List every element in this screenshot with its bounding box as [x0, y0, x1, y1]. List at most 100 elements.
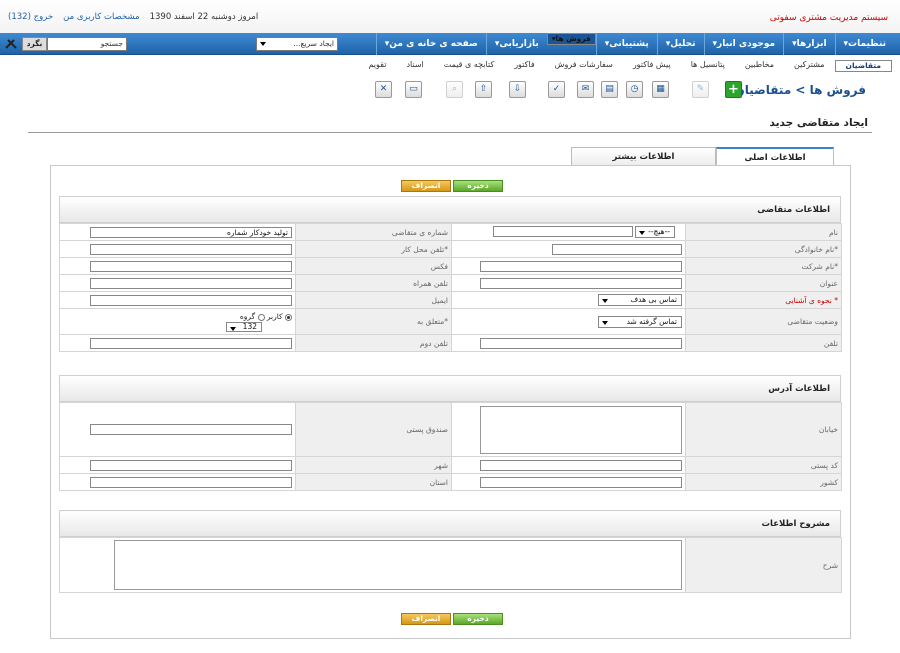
subnav-accounts[interactable]: مشترکین: [784, 60, 835, 72]
label-po-box: صندوق پستی: [295, 402, 452, 457]
label-email: ایمیل: [295, 291, 452, 309]
calculator-icon[interactable]: ▤: [601, 81, 618, 98]
label-street: خیابان: [685, 402, 842, 457]
label-lead-source: * نحوه ی آشنایی: [785, 295, 838, 305]
label-phone: تلفن: [685, 334, 842, 352]
settings-tools-icon[interactable]: ✕: [375, 81, 392, 98]
subnav-price-books[interactable]: کتابچه ی قیمت: [434, 60, 504, 72]
monitor-icon[interactable]: ▭: [405, 81, 422, 98]
nav-support[interactable]: پشتیبانی▾: [595, 33, 657, 55]
export-icon[interactable]: ⇩: [509, 81, 526, 98]
assigned-to-widget: کاربر گروه 132: [213, 311, 292, 332]
lead-info-table: تولید خودکار شماره شماره ی متقاضی --هیچ-…: [59, 223, 842, 352]
last-name-field[interactable]: [552, 243, 682, 255]
nav-home[interactable]: صفحه ی خانه ی من▾: [375, 33, 486, 55]
label-state: استان: [295, 473, 452, 491]
tab-more-info[interactable]: اطلاعات بیشتر: [571, 147, 716, 166]
assign-user-select[interactable]: 132: [226, 322, 262, 332]
address-table: صندوق پستی خیابان شهر کد پستی استان کشور: [59, 402, 842, 491]
street-textarea[interactable]: [480, 405, 682, 454]
label-last-name: *نام خانوادگی: [685, 240, 842, 258]
nav-marketing[interactable]: بازاریابی▾: [485, 33, 547, 55]
label-name: نام: [685, 223, 842, 241]
import-icon[interactable]: ⇧: [475, 81, 492, 98]
add-icon[interactable]: +: [725, 81, 742, 98]
quick-create-select[interactable]: ایجاد سریع...: [256, 37, 338, 51]
nav-settings[interactable]: تنظیمات▾: [834, 33, 894, 55]
nav-sales[interactable]: فروش ها▾: [546, 33, 596, 45]
chat-icon[interactable]: ✉: [577, 81, 594, 98]
subnav-calendar[interactable]: تقویم: [358, 60, 396, 72]
label-company: *نام شرکت: [685, 257, 842, 275]
title-field[interactable]: [480, 277, 682, 289]
state-field[interactable]: [90, 476, 292, 488]
label-city: شهر: [295, 456, 452, 474]
first-name-field[interactable]: [493, 226, 633, 237]
email-field[interactable]: [90, 294, 292, 306]
lead-status-select[interactable]: تماس گرفته شد: [598, 315, 682, 328]
main-nav: صفحه ی خانه ی من▾ بازاریابی▾ فروش ها▾ پش…: [0, 33, 900, 55]
clipboard-icon[interactable]: ✓: [548, 81, 565, 98]
subnav-documents[interactable]: اسناد: [396, 60, 433, 72]
nav-menu: صفحه ی خانه ی من▾ بازاریابی▾ فروش ها▾ پش…: [375, 33, 894, 55]
cancel-button-bottom[interactable]: انصراف: [401, 613, 451, 625]
nav-inventory[interactable]: موجودی انبار▾: [703, 33, 784, 55]
label-description: شرح: [685, 537, 842, 593]
tab-main-info[interactable]: اطلاعات اصلی: [716, 147, 834, 167]
search-input[interactable]: جستجو: [47, 37, 127, 51]
quick-create-value: ایجاد سریع...: [293, 39, 334, 48]
office-phone-field[interactable]: [90, 243, 292, 255]
save-button-bottom[interactable]: ذخیره: [453, 613, 503, 625]
subnav-contacts[interactable]: مخاطبین: [735, 60, 784, 72]
assign-group-radio[interactable]: [257, 313, 265, 321]
description-table: شرح: [59, 537, 842, 593]
nav-tools[interactable]: ابزارها▾: [783, 33, 834, 55]
mobile-field[interactable]: [90, 277, 292, 289]
lead-source-select[interactable]: تماس بی هدف: [598, 294, 682, 306]
profile-link[interactable]: مشخصات کاربری من: [63, 12, 139, 22]
breadcrumb: فروش ها > متقاضیان: [734, 83, 866, 97]
search-icon[interactable]: ✎: [692, 81, 709, 98]
cancel-button[interactable]: انصراف: [401, 180, 451, 192]
label-postal-code: کد پستی: [685, 456, 842, 474]
section-header-lead-info: اطلاعات متقاضی: [59, 196, 841, 223]
nav-analytics[interactable]: تحلیل▾: [656, 33, 704, 55]
divider: [28, 132, 872, 133]
assign-user-radio[interactable]: [285, 313, 292, 321]
assign-user-value: 132: [242, 322, 257, 331]
tools-icon[interactable]: [4, 38, 18, 53]
lead-status-value: تماس گرفته شد: [626, 316, 677, 326]
name-row: --هیچ--: [493, 226, 682, 238]
country-field[interactable]: [480, 476, 682, 488]
subnav-potentials[interactable]: پتانسیل ها: [681, 60, 735, 72]
subnav-quotes[interactable]: پیش فاکتور: [623, 60, 681, 72]
name-prefix-value: --هیچ--: [648, 227, 670, 236]
company-field[interactable]: [480, 260, 682, 272]
search-button[interactable]: بگرد: [22, 37, 47, 51]
lead-number-field[interactable]: تولید خودکار شماره: [90, 226, 292, 238]
assign-user-label: کاربر: [266, 312, 283, 321]
assign-group-label: گروه: [239, 312, 256, 321]
find-duplicates-icon[interactable]: ⌕: [446, 81, 463, 98]
subnav-leads[interactable]: متقاضیان: [834, 60, 892, 72]
subnav-sales-orders[interactable]: سفارشات فروش: [545, 60, 623, 72]
label-office-phone: *تلفن محل کار: [295, 240, 452, 258]
label-phone2: تلفن دوم: [295, 334, 452, 352]
calendar-icon[interactable]: ▦: [652, 81, 669, 98]
city-field[interactable]: [90, 459, 292, 471]
phone2-field[interactable]: [90, 337, 292, 349]
chevron-down-icon: [639, 231, 645, 235]
po-box-field[interactable]: [90, 424, 292, 435]
label-lead-status: وضعیت متقاضی: [685, 308, 842, 335]
description-textarea[interactable]: [114, 540, 682, 590]
name-prefix-select[interactable]: --هیچ--: [635, 226, 675, 238]
section-header-address: اطلاعات آدرس: [59, 375, 841, 402]
save-button[interactable]: ذخیره: [453, 180, 503, 192]
subnav-invoices[interactable]: فاکتور: [504, 60, 544, 72]
postal-code-field[interactable]: [480, 459, 682, 471]
logout-link[interactable]: خروج (132): [8, 12, 53, 22]
clock-icon[interactable]: ◷: [626, 81, 643, 98]
phone-field[interactable]: [480, 337, 682, 349]
fax-field[interactable]: [90, 260, 292, 272]
label-title: عنوان: [685, 274, 842, 292]
